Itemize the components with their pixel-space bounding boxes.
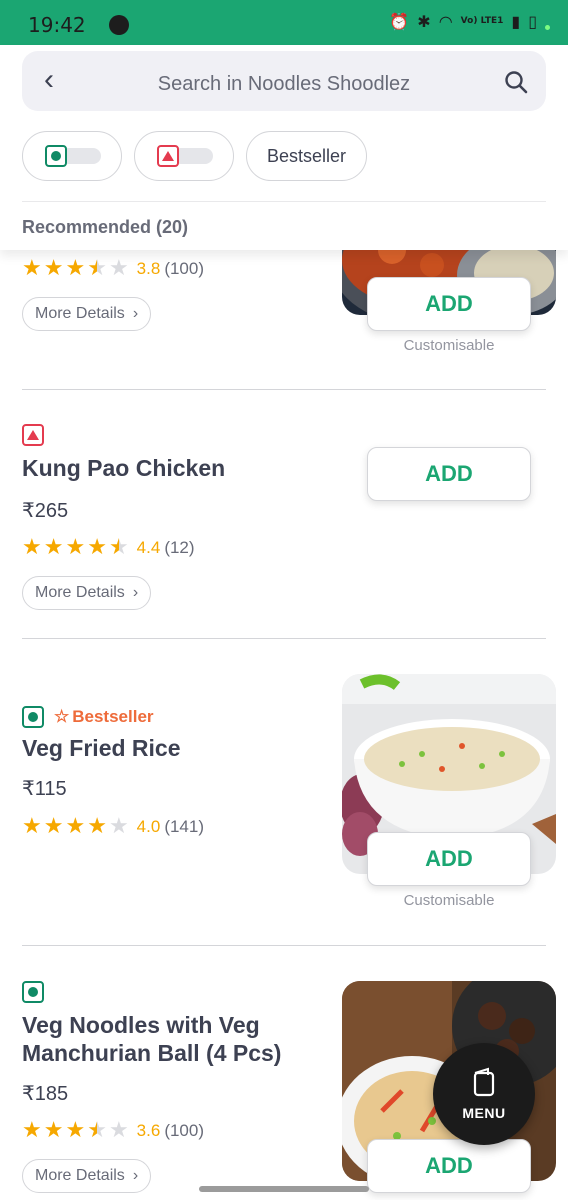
toggle-knob xyxy=(45,145,67,167)
star-icon: ★ xyxy=(22,1118,42,1143)
star-icon: ★ xyxy=(87,535,107,560)
battery-icon: ▯ xyxy=(528,12,537,31)
rating-value: 3.6 xyxy=(136,1121,161,1140)
item-rating: ★ ★ ★ ★ ★ 4.0 (141) xyxy=(22,816,204,838)
more-details-label: More Details xyxy=(35,1167,125,1184)
more-details-button[interactable]: More Details › xyxy=(22,576,152,610)
star-icon: ★ xyxy=(87,814,107,839)
chevron-right-icon: › xyxy=(132,1167,139,1184)
toggle-track xyxy=(173,148,213,164)
search-icon[interactable] xyxy=(504,70,528,94)
status-time: 19:42 xyxy=(28,13,86,37)
rating-value: 4.0 xyxy=(136,817,161,836)
network-label: Vo) LTE1 xyxy=(460,16,504,26)
item-divider xyxy=(22,389,546,390)
nonveg-icon xyxy=(157,145,179,167)
whatsapp-icon xyxy=(109,15,129,35)
veg-icon xyxy=(22,981,44,1003)
more-details-button[interactable]: More Details › xyxy=(22,297,152,331)
veg-filter-toggle[interactable] xyxy=(22,131,122,181)
bestseller-filter-chip[interactable]: Bestseller xyxy=(246,131,368,181)
star-empty-icon: ★ xyxy=(108,1118,129,1143)
section-title: Recommended (20) xyxy=(22,217,189,237)
menu-fab-button[interactable]: MENU xyxy=(433,1043,535,1145)
rating-count: (141) xyxy=(164,817,204,836)
star-icon: ★ xyxy=(65,256,86,281)
item-badges: ☆ Bestseller xyxy=(22,706,154,728)
veg-icon xyxy=(22,706,44,728)
add-button[interactable]: ADD xyxy=(367,832,531,886)
toggle-track xyxy=(61,148,101,164)
more-details-label: More Details xyxy=(35,305,125,322)
wifi-icon: ◠ xyxy=(438,12,453,31)
menu-book-icon xyxy=(473,1067,495,1097)
bestseller-label: Bestseller xyxy=(72,707,154,726)
star-icon: ★ xyxy=(22,814,42,839)
bluetooth-icon: ✱ xyxy=(417,12,431,31)
toggle-knob xyxy=(157,145,179,167)
star-icon: ★ xyxy=(43,535,64,560)
add-button[interactable]: ADD xyxy=(367,447,531,501)
star-empty-icon: ★ xyxy=(108,256,129,281)
search-input[interactable]: Search in Noodles Shoodlez xyxy=(22,73,546,96)
item-rating: ★ ★ ★ ★ ★ 4.4 (12) xyxy=(22,537,195,559)
nonveg-icon xyxy=(22,424,44,446)
chevron-right-icon: › xyxy=(132,305,139,322)
item-badges xyxy=(22,424,44,446)
star-icon: ★ xyxy=(22,256,42,281)
search-bar[interactable]: ‹ Search in Noodles Shoodlez xyxy=(22,51,546,111)
filter-chips: Bestseller xyxy=(22,131,368,181)
star-icon: ★ xyxy=(43,1118,64,1143)
item-divider xyxy=(22,945,546,946)
item-rating: ★ ★ ★ ★ ★ 3.8 (100) xyxy=(22,258,204,280)
item-name[interactable]: Kung Pao Chicken xyxy=(22,454,322,482)
star-half-icon: ★ xyxy=(108,535,129,560)
item-name[interactable]: Veg Fried Rice xyxy=(22,734,322,762)
star-empty-icon: ★ xyxy=(108,814,129,839)
customisable-label: Customisable xyxy=(403,892,495,909)
menu-fab-label: MENU xyxy=(462,1105,506,1121)
veg-icon xyxy=(45,145,67,167)
star-icon: ★ xyxy=(65,814,86,839)
rating-count: (100) xyxy=(164,259,204,278)
item-price: ₹115 xyxy=(22,778,67,800)
star-icon: ★ xyxy=(65,535,86,560)
item-rating: ★ ★ ★ ★ ★ 3.6 (100) xyxy=(22,1120,204,1142)
home-indicator[interactable] xyxy=(199,1186,369,1192)
more-details-label: More Details xyxy=(35,584,125,601)
rating-count: (100) xyxy=(164,1121,204,1140)
signal-icon: ▮ xyxy=(511,12,521,31)
star-half-icon: ★ xyxy=(87,256,107,281)
bestseller-badge: ☆ Bestseller xyxy=(54,707,154,727)
star-icon: ★ xyxy=(43,256,64,281)
status-bar: 19:42 ⏰ ✱ ◠ Vo) LTE1 ▮ ▯ xyxy=(0,0,568,45)
rating-count: (12) xyxy=(164,538,195,557)
item-badges xyxy=(22,981,44,1003)
status-icons: ⏰ ✱ ◠ Vo) LTE1 ▮ ▯ xyxy=(389,12,550,31)
bestseller-star-icon: ☆ xyxy=(54,707,70,726)
star-icon: ★ xyxy=(65,1118,86,1143)
customisable-label: Customisable xyxy=(403,337,495,354)
alarm-icon: ⏰ xyxy=(389,12,410,31)
add-button[interactable]: ADD xyxy=(367,1139,531,1193)
item-name[interactable]: Veg Noodles with Veg Manchurian Ball (4 … xyxy=(22,1011,322,1067)
more-details-button[interactable]: More Details › xyxy=(22,1159,152,1193)
menu-header: ‹ Search in Noodles Shoodlez Bestseller … xyxy=(0,45,568,250)
item-price: ₹265 xyxy=(22,500,69,522)
rating-value: 4.4 xyxy=(136,538,161,557)
chevron-right-icon: › xyxy=(132,584,139,601)
star-half-icon: ★ xyxy=(87,1118,107,1143)
item-price: ₹185 xyxy=(22,1083,69,1105)
add-button[interactable]: ADD xyxy=(367,277,531,331)
item-divider xyxy=(22,638,546,639)
star-icon: ★ xyxy=(43,814,64,839)
rating-value: 3.8 xyxy=(136,259,161,278)
star-icon: ★ xyxy=(22,535,42,560)
header-divider xyxy=(22,201,546,202)
privacy-dot-icon xyxy=(545,25,550,30)
nonveg-filter-toggle[interactable] xyxy=(134,131,234,181)
